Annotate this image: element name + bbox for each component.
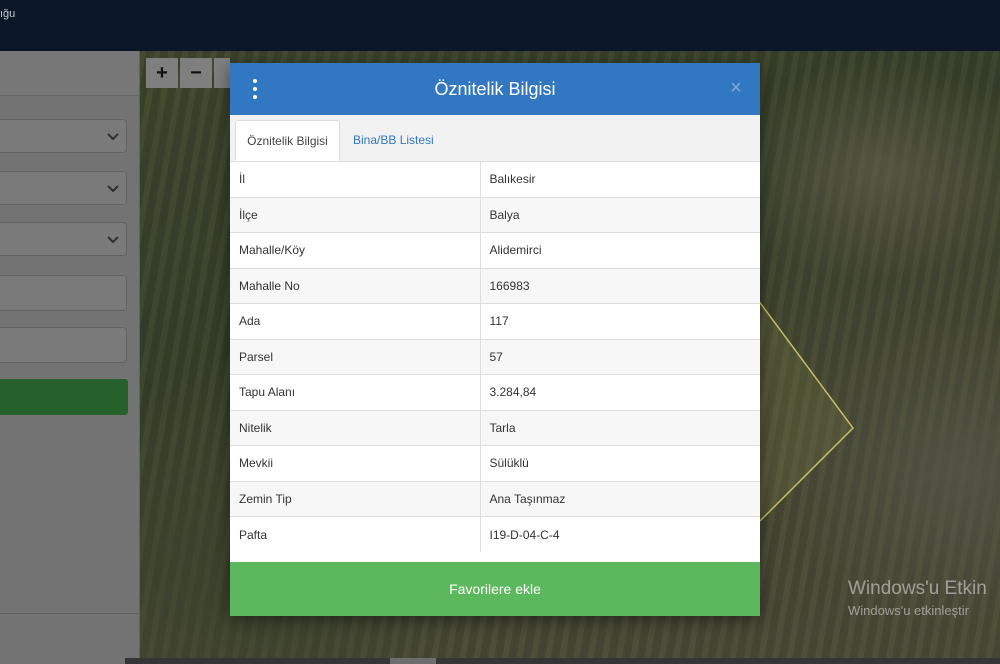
attribute-key: İl — [230, 161, 480, 197]
attribute-key: Zemin Tip — [230, 480, 480, 517]
attribute-key: Ada — [230, 303, 480, 339]
table-row: Ada 117 — [230, 303, 760, 339]
attribute-key: Tapu Alanı — [230, 374, 480, 410]
tab-attribute-info[interactable]: Öznitelik Bilgisi — [235, 120, 340, 161]
attribute-value: Tarla — [479, 409, 760, 446]
add-to-favorites-button[interactable]: Favorilere ekle — [230, 562, 760, 616]
attribute-key: İlçe — [230, 196, 480, 233]
modal-header: Öznitelik Bilgisi × — [230, 63, 760, 115]
tab-building-list[interactable]: Bina/BB Listesi — [345, 120, 442, 161]
table-row: Tapu Alanı 3.284,84 — [230, 374, 760, 410]
attribute-value: 57 — [479, 338, 760, 375]
attribute-key: Pafta — [230, 516, 480, 552]
table-row: Mevkii Sülüklü — [230, 445, 760, 481]
table-row: Mahalle No 166983 — [230, 267, 760, 304]
attribute-key: Mevkii — [230, 445, 480, 481]
table-row: Zemin Tip Ana Taşınmaz — [230, 480, 760, 517]
table-row: İl Balıkesir — [230, 161, 760, 197]
attribute-value: 166983 — [479, 267, 760, 304]
attribute-key: Mahalle/Köy — [230, 232, 480, 268]
attribute-value: Ana Taşınmaz — [479, 480, 760, 517]
modal-title: Öznitelik Bilgisi — [434, 79, 556, 99]
table-row: Parsel 57 — [230, 338, 760, 375]
attribute-value: Alidemirci — [479, 232, 760, 268]
attribute-value: Sülüklü — [479, 445, 760, 481]
close-icon[interactable]: × — [726, 78, 746, 98]
table-row: Pafta I19-D-04-C-4 — [230, 516, 760, 552]
attribute-value: 3.284,84 — [479, 374, 760, 410]
attribute-table: İl Balıkesir İlçe Balya Mahalle/Köy Alidemirc… — [230, 161, 760, 552]
table-row: Mahalle/Köy Alidemirci — [230, 232, 760, 268]
attribute-key: Parsel — [230, 338, 480, 375]
table-row: İlçe Balya — [230, 196, 760, 233]
attribute-value: Balıkesir — [479, 161, 760, 197]
attribute-key: Mahalle No — [230, 267, 480, 304]
attribute-value: Balya — [479, 196, 760, 233]
table-row: Nitelik Tarla — [230, 409, 760, 446]
attribute-value: I19-D-04-C-4 — [479, 516, 760, 552]
attribute-info-modal: Öznitelik Bilgisi × Öznitelik Bilgisi Bi… — [230, 63, 760, 616]
attribute-value: 117 — [479, 303, 760, 339]
attribute-key: Nitelik — [230, 409, 480, 446]
modal-tabs: Öznitelik Bilgisi Bina/BB Listesi — [230, 115, 760, 162]
